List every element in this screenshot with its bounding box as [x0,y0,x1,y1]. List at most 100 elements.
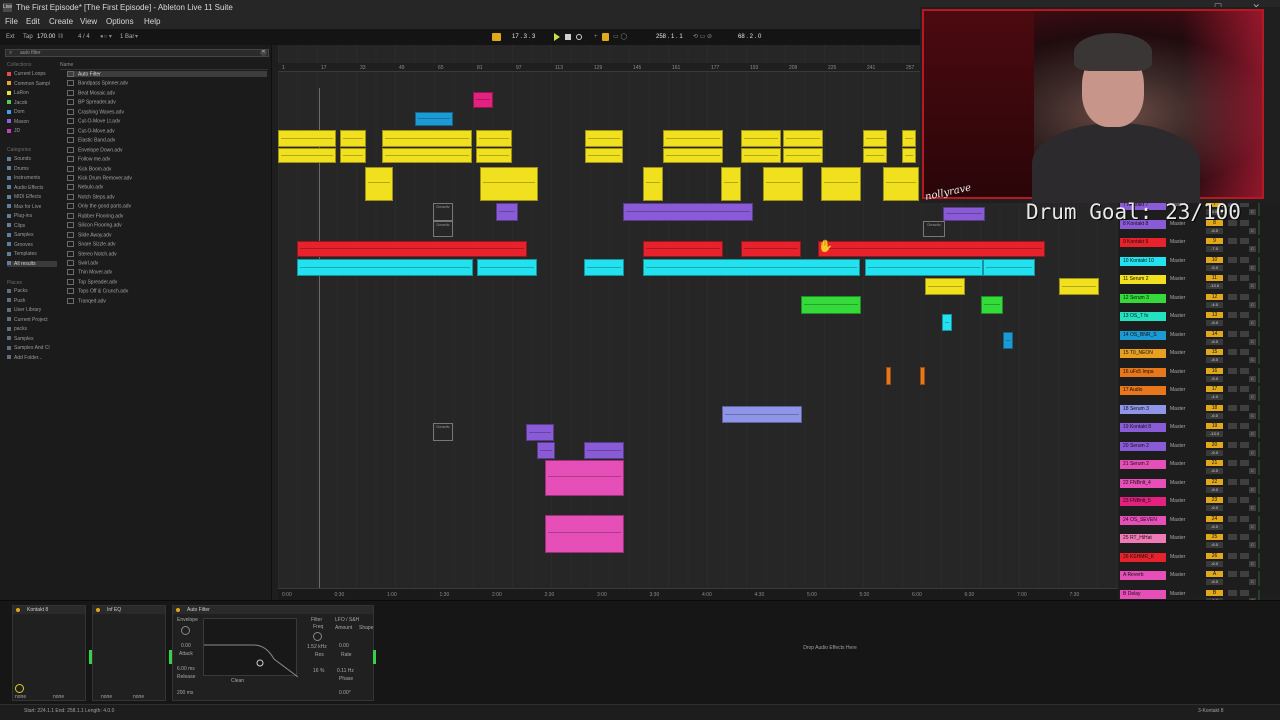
category-item[interactable]: Clips [7,223,25,229]
device-power-icon[interactable] [96,608,100,612]
track-name[interactable]: 26 KSHMR_K [1120,552,1166,562]
track-volume[interactable]: -4.0 [1206,301,1223,308]
arm-button[interactable] [1240,423,1249,429]
mixer-track-row[interactable]: 19 Kontakt 8 Master 19 -13.0 C [1118,422,1280,440]
track-volume[interactable]: -6.0 [1206,227,1223,234]
crossfade-button[interactable]: C [1249,320,1256,326]
track-name[interactable]: A Reverb [1120,571,1166,580]
collection-item[interactable]: Mason [7,119,29,125]
arrangement-clip[interactable] [920,367,925,385]
arrangement-clip[interactable] [783,148,823,163]
category-item[interactable]: MIDI Effects [7,194,41,200]
record-button[interactable] [576,34,582,40]
arrangement-clip[interactable] [821,167,861,201]
arrangement-clip[interactable] [278,130,336,147]
filter-response-display[interactable] [203,618,299,678]
solo-button[interactable] [1228,238,1237,244]
browser-result-item[interactable]: Rubber Flooring.adv [67,213,123,219]
metronome-icon[interactable]: ⦀⦀ [58,29,63,45]
arm-button[interactable] [1240,404,1249,411]
crossfade-button[interactable]: C [1249,431,1256,437]
track-output[interactable]: Master [1170,369,1185,375]
arrangement-clip[interactable] [476,130,512,147]
track-volume[interactable]: -6.0 [1206,449,1223,456]
crossfade-button[interactable]: C [1249,486,1256,493]
track-output[interactable]: Master [1170,591,1185,597]
solo-button[interactable] [1228,367,1237,374]
arrangement-clip[interactable] [476,148,512,163]
kontakt-device[interactable]: Kontakt 8 none none [12,605,92,701]
track-output[interactable]: Master [1170,332,1185,338]
browser-result-item[interactable]: Elastic Band.adv [67,137,115,143]
arm-button[interactable] [1240,275,1249,281]
track-volume[interactable]: -6.0 [1206,320,1223,326]
collection-item[interactable]: JD [7,128,20,134]
loop-toggle-icon[interactable]: ⟲ ▭ ⊘ [693,29,712,45]
stop-button[interactable] [565,34,571,40]
category-item[interactable]: Instruments [7,175,40,181]
browser-result-item[interactable]: Cut-O-Move Lt.adv [67,118,120,125]
arrangement-clip[interactable] [925,278,965,295]
menu-help[interactable]: Help [144,15,160,29]
menu-edit[interactable]: Edit [26,15,40,29]
eq-device[interactable]: Inf EQ none none [92,605,172,701]
track-volume[interactable]: -13.0 [1206,283,1223,289]
arrangement-clip[interactable] [340,130,366,147]
arrangement-clip[interactable] [585,130,623,147]
track-number[interactable]: 26 [1206,552,1223,559]
place-item[interactable]: User Library [7,307,41,313]
category-item[interactable]: Audio Effects [7,185,43,191]
arrangement-clip[interactable] [902,148,916,163]
tap-button[interactable]: Tap [23,29,33,45]
arm-button[interactable] [1240,552,1249,559]
place-item[interactable]: Current Project [7,317,48,323]
arrangement-clip[interactable] [1059,278,1099,295]
mixer-track-row[interactable]: 24 OS_SEVEN Master 24 -6.0 C [1118,515,1280,533]
arm-button[interactable] [1240,571,1249,577]
browser-result-item[interactable]: Notch Steps.adv [67,194,115,200]
overdub-icon[interactable]: + [594,29,598,45]
browser-result-item[interactable]: Bandpass Spinner.adv [67,80,128,87]
arm-button[interactable] [1240,534,1249,540]
loop-start-field[interactable]: 258 . 1 . 1 [656,29,683,45]
mixer-track-row[interactable]: 26 KSHMR_K Master 26 -6.0 C [1118,552,1280,570]
arrangement-clip[interactable] [863,130,887,147]
freq-knob[interactable] [313,632,322,641]
track-name[interactable]: 19 Kontakt 8 [1120,423,1166,432]
play-button[interactable] [554,33,560,41]
solo-button[interactable] [1228,589,1237,596]
category-item[interactable]: All results [7,260,57,267]
crossfade-button[interactable]: C [1249,523,1256,530]
mixer-track-row[interactable]: 12 Serum 3 Master 12 -4.0 C [1118,293,1280,311]
deactivated-clip[interactable]: Deactiv [923,221,945,237]
release-time[interactable]: 200 ms [177,690,193,696]
ext-sync-button[interactable]: Ext [6,29,15,45]
category-item[interactable]: Drums [7,166,29,172]
loop-length-field[interactable]: 68 . 2 . 0 [738,29,761,45]
solo-button[interactable] [1228,256,1237,263]
menu-file[interactable]: File [5,15,18,29]
browser-result-item[interactable]: Nebulo.adv [67,184,103,191]
browser-result-item[interactable]: Stereo Notch.adv [67,251,117,257]
track-number[interactable]: 23 [1206,497,1223,503]
browser-result-item[interactable]: Swirl.adv [67,260,98,266]
track-volume[interactable]: -5.0 [1206,375,1223,382]
category-item[interactable]: Grooves [7,242,33,248]
arrangement-clip[interactable] [818,241,1045,257]
crossfade-button[interactable]: C [1249,542,1256,548]
arm-button[interactable] [1240,386,1249,392]
mixer-track-row[interactable]: 17 Audio Master 17 -4.0 C [1118,385,1280,403]
follow-button[interactable] [492,33,501,41]
track-name[interactable]: 14 OS_BNR_S [1120,330,1166,340]
track-name[interactable]: 12 Serum 3 [1120,293,1166,303]
arrangement-clip[interactable] [340,148,366,163]
attack-value[interactable]: 0.00 [181,643,191,649]
arrangement-clip[interactable] [983,259,1035,276]
track-volume[interactable]: -13.0 [1206,431,1223,437]
device-power-icon[interactable] [16,608,20,612]
crossfade-button[interactable]: C [1249,505,1256,511]
mixer-track-row[interactable]: 21 Serum 2 Master 21 -6.0 C [1118,459,1280,477]
arm-button[interactable] [1240,330,1249,337]
browser-result-item[interactable]: Tranqed.adv [67,298,106,304]
crossfade-button[interactable]: C [1249,449,1256,456]
